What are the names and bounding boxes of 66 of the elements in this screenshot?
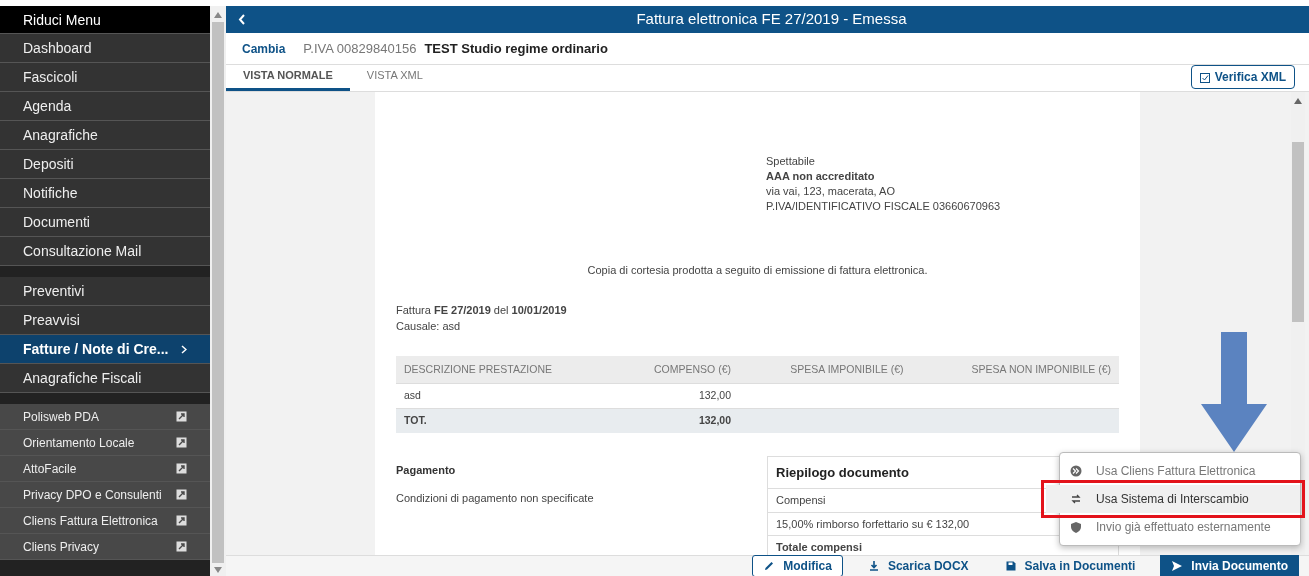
forward-icon: [1070, 465, 1082, 477]
payment-terms: Condizioni di pagamento non specificate: [396, 491, 594, 507]
shield-icon: [1070, 521, 1082, 533]
sidebar-item[interactable]: Dashboard: [0, 34, 210, 63]
window-title: Fattura elettronica FE 27/2019 - Emessa: [635, 9, 908, 30]
column-header: SPESA NON IMPONIBILE (€): [911, 355, 1119, 384]
chevron-right-icon: [181, 344, 187, 354]
sidebar-item[interactable]: Cliens Privacy: [0, 534, 210, 560]
table-cell: 132,00: [698, 389, 732, 402]
sidebar-item[interactable]: AttoFacile: [0, 456, 210, 482]
sidebar-item[interactable]: Orientamento Locale: [0, 430, 210, 456]
company-name: TEST Studio regime ordinario: [424, 39, 608, 58]
action-button[interactable]: Invia Documento: [1160, 555, 1299, 576]
sidebar-item[interactable]: Consultazione Mail: [0, 237, 210, 266]
sidebar-item[interactable]: Anagrafiche: [0, 121, 210, 150]
external-link-icon: [176, 515, 187, 526]
table-cell: 132,00: [698, 414, 732, 426]
action-button[interactable]: Salva in Documenti: [993, 555, 1147, 576]
courtesy-note: Copia di cortesia prodotta a seguito di emissione di fattura elettronica.: [586, 263, 929, 278]
action-button[interactable]: Scarica DOCX: [856, 555, 980, 576]
sidebar-item[interactable]: Fascicoli: [0, 63, 210, 92]
recipient-tax-id: P.IVA/IDENTIFICATIVO FISCALE 03660670963: [766, 199, 1002, 214]
verify-xml-button[interactable]: Verifica XML: [1190, 65, 1295, 89]
sidebar-item[interactable]: Notifiche: [0, 179, 210, 208]
action-button[interactable]: Modifica: [752, 555, 843, 576]
view-tab[interactable]: VISTA XML: [349, 62, 440, 91]
sidebar-item[interactable]: Fatture / Note di Cre...: [0, 335, 210, 364]
external-link-icon: [176, 437, 187, 448]
external-link-icon: [176, 463, 187, 474]
external-link-icon: [176, 541, 187, 552]
sidebar-item[interactable]: Anagrafiche Fiscali: [0, 364, 210, 393]
column-header: DESCRIZIONE PRESTAZIONE: [396, 355, 615, 384]
recipient-name: AAA non accreditato: [766, 169, 876, 184]
send-icon: [1171, 560, 1184, 572]
recipient-label: Spettabile: [766, 154, 816, 169]
sidebar-item[interactable]: Depositi: [0, 150, 210, 179]
sidebar-item[interactable]: Preavvisi: [0, 306, 210, 335]
sidebar-item[interactable]: Documenti: [0, 208, 210, 237]
scrollbar-thumb[interactable]: [1292, 142, 1304, 322]
column-header: COMPENSO (€): [614, 355, 740, 384]
payment-title: Pagamento: [396, 462, 457, 478]
external-link-icon: [176, 411, 187, 422]
external-link-icon: [176, 489, 187, 500]
download-icon: [867, 560, 880, 572]
scroll-down-icon[interactable]: [214, 567, 222, 573]
sidebar-item[interactable]: Preventivi: [0, 277, 210, 306]
invoice-cause: Causale: asd: [396, 319, 462, 334]
scrollbar-thumb[interactable]: [212, 22, 224, 563]
recipient-address: via vai, 123, macerata, AO: [766, 184, 896, 199]
column-header: SPESA IMPONIBILE (€): [739, 355, 912, 384]
back-icon[interactable]: [238, 14, 246, 25]
sidebar-item[interactable]: Polisweb PDA: [0, 404, 210, 430]
scroll-up-icon[interactable]: [214, 12, 222, 18]
scroll-up-icon[interactable]: [1294, 98, 1302, 104]
change-link[interactable]: Cambia: [242, 39, 286, 58]
invoice-reference: Fattura FE 27/2019 del 10/01/2019: [396, 302, 568, 318]
collapse-menu-button[interactable]: Riduci Menu: [0, 6, 210, 34]
sidebar-item[interactable]: Privacy DPO e Consulenti: [0, 482, 210, 508]
pencil-icon: [763, 560, 776, 572]
exchange-icon: [1070, 493, 1082, 505]
table-cell: TOT.: [404, 414, 427, 426]
sidebar-item[interactable]: Agenda: [0, 92, 210, 121]
checkbox-icon: [1199, 72, 1210, 83]
table-cell: asd: [404, 389, 421, 402]
sidebar-item[interactable]: Cliens Fattura Elettronica: [0, 508, 210, 534]
vat-number: P.IVA 00829840156: [303, 39, 417, 58]
